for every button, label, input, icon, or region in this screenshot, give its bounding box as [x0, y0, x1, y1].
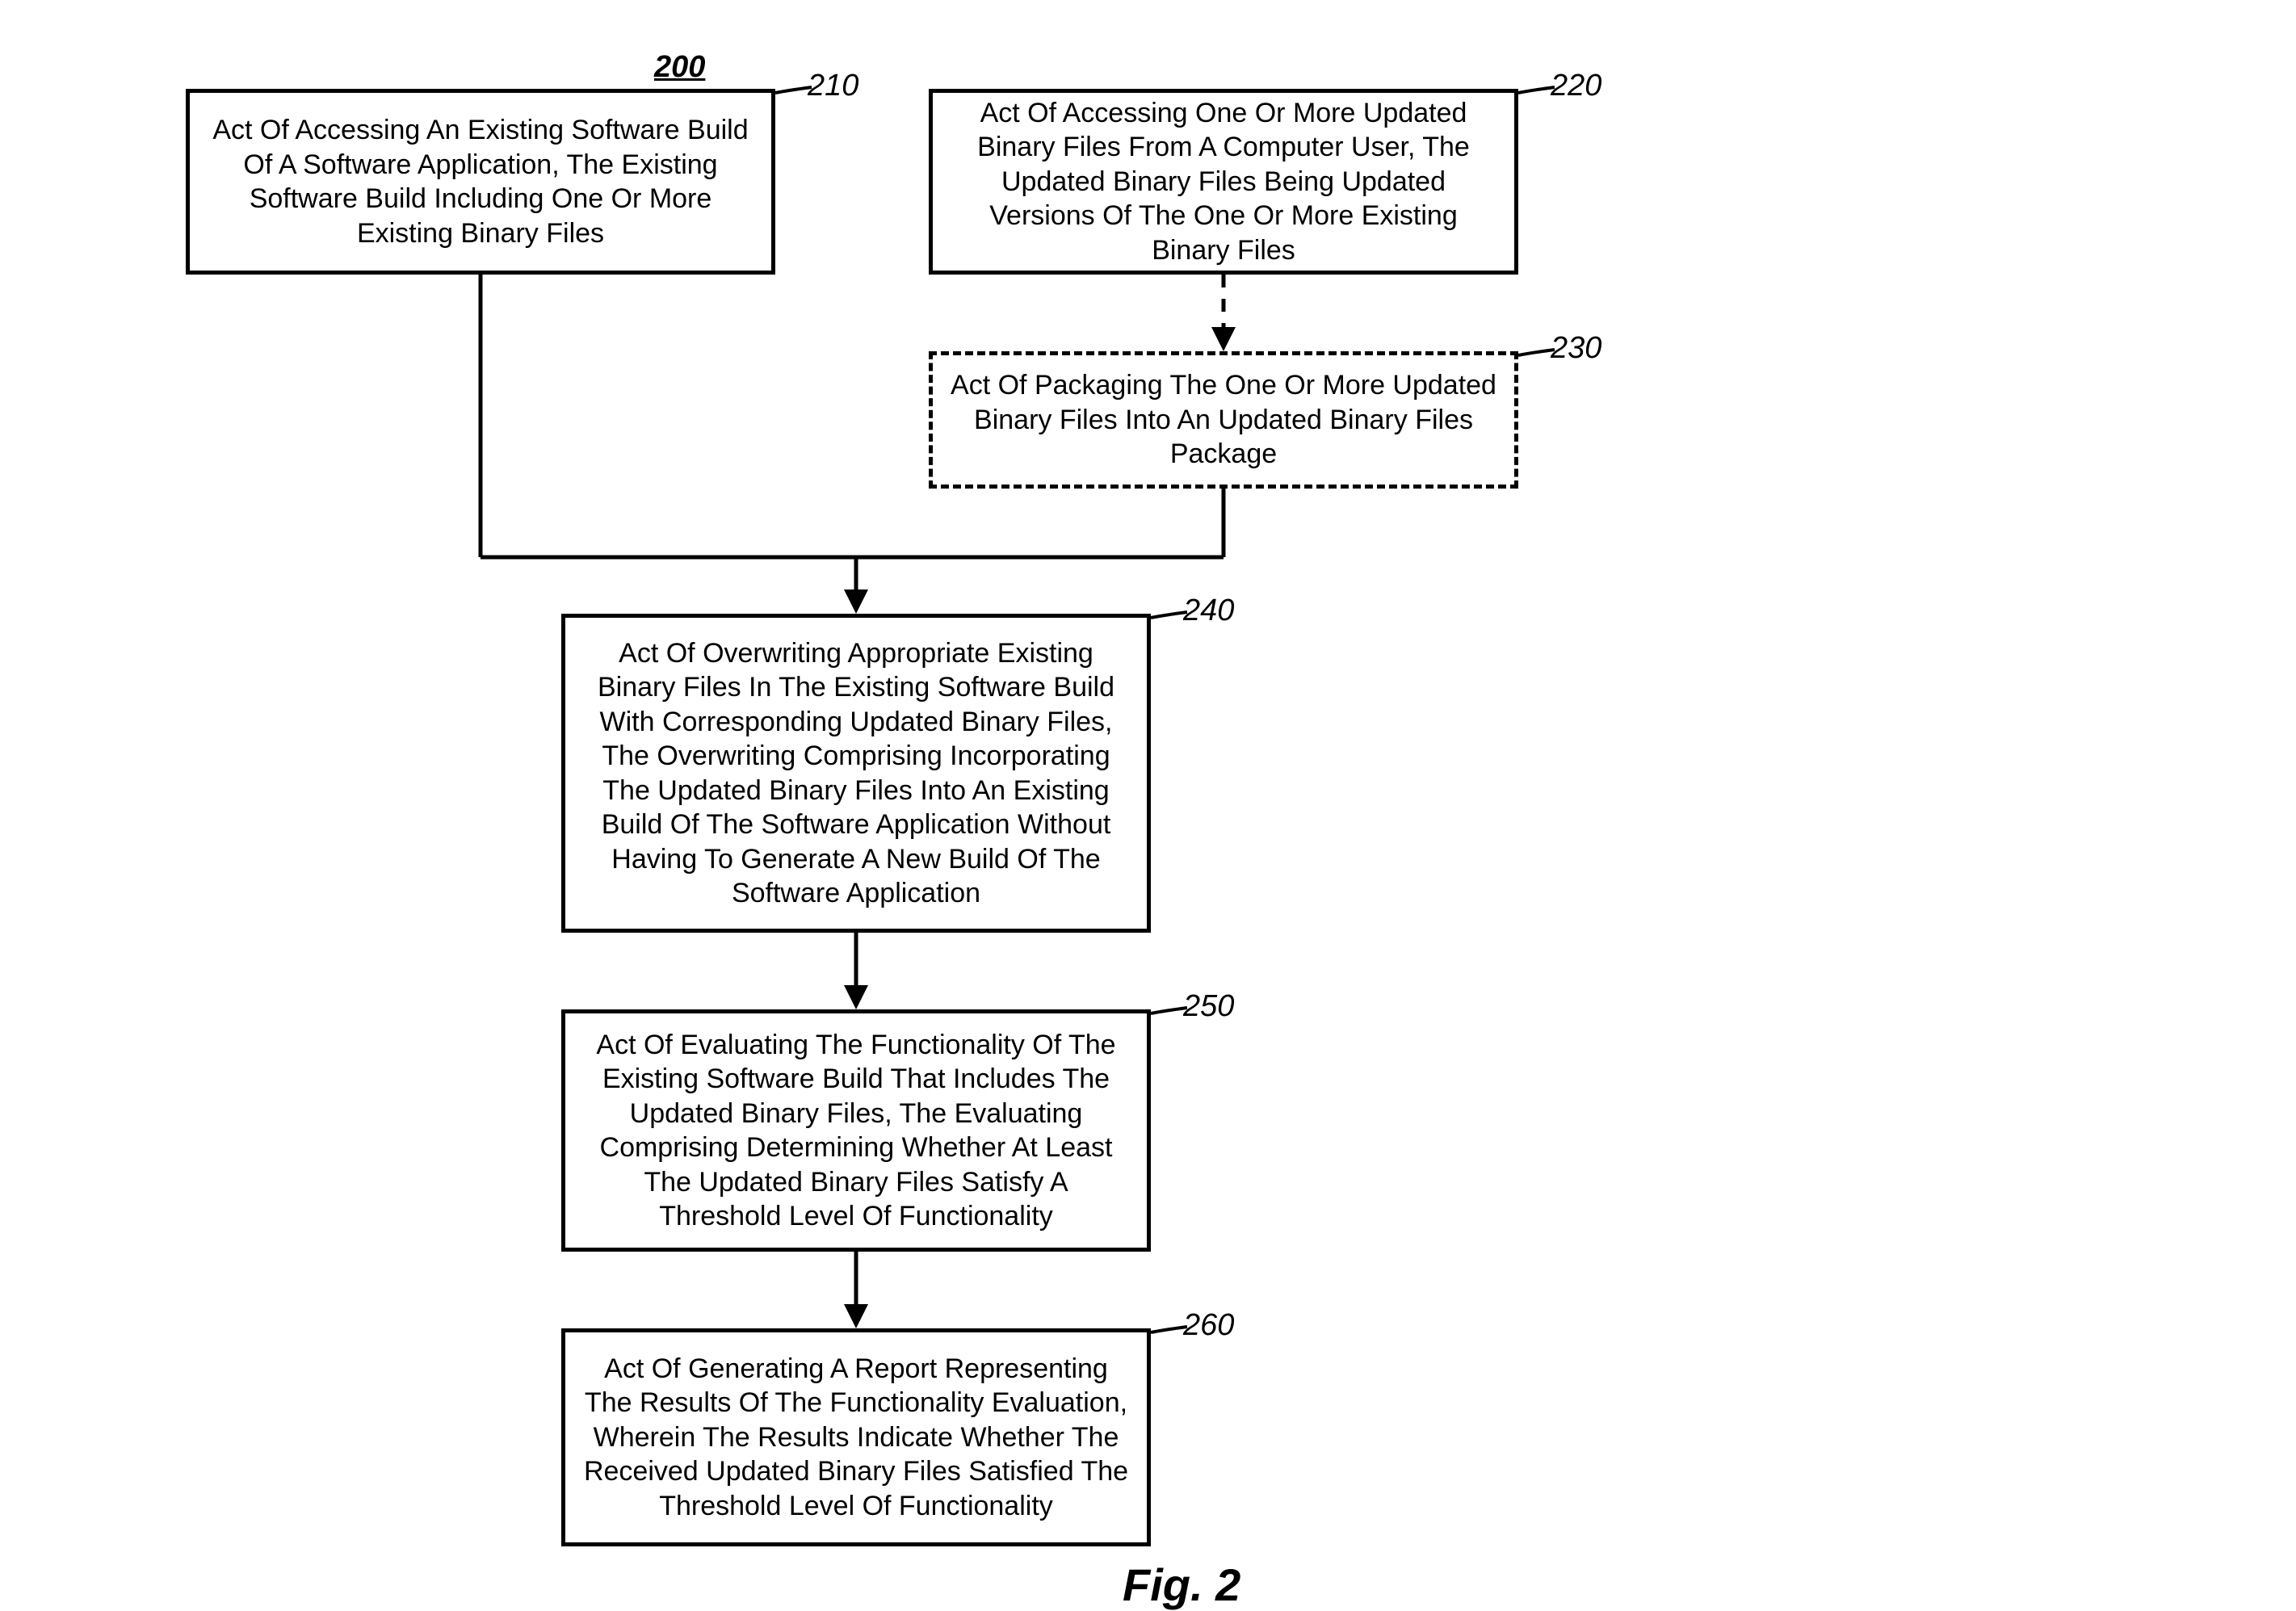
box-240-text: Act Of Overwriting Appropriate Existing … — [581, 636, 1131, 911]
flowchart-diagram: 200 Act Of Accessing An Existing Softwar… — [32, 32, 2264, 1547]
ref-210: 210 — [808, 69, 858, 103]
box-230: Act Of Packaging The One Or More Updated… — [929, 351, 1518, 489]
box-250-text: Act Of Evaluating The Functionality Of T… — [581, 1028, 1131, 1234]
box-250: Act Of Evaluating The Functionality Of T… — [561, 1009, 1151, 1252]
ref-250: 250 — [1183, 989, 1234, 1024]
box-220-text: Act Of Accessing One Or More Updated Bin… — [949, 96, 1498, 268]
box-260-text: Act Of Generating A Report Representing … — [581, 1352, 1131, 1524]
box-240: Act Of Overwriting Appropriate Existing … — [561, 614, 1151, 933]
figure-caption: Fig. 2 — [1123, 1559, 1240, 1611]
ref-260: 260 — [1183, 1308, 1234, 1343]
ref-230: 230 — [1551, 331, 1601, 366]
box-210: Act Of Accessing An Existing Software Bu… — [186, 89, 775, 275]
ref-240: 240 — [1183, 594, 1234, 628]
box-260: Act Of Generating A Report Representing … — [561, 1328, 1151, 1546]
box-210-text: Act Of Accessing An Existing Software Bu… — [206, 113, 755, 250]
box-220: Act Of Accessing One Or More Updated Bin… — [929, 89, 1518, 275]
diagram-title-ref: 200 — [654, 50, 705, 85]
ref-220: 220 — [1551, 69, 1601, 103]
box-230-text: Act Of Packaging The One Or More Updated… — [949, 368, 1498, 472]
